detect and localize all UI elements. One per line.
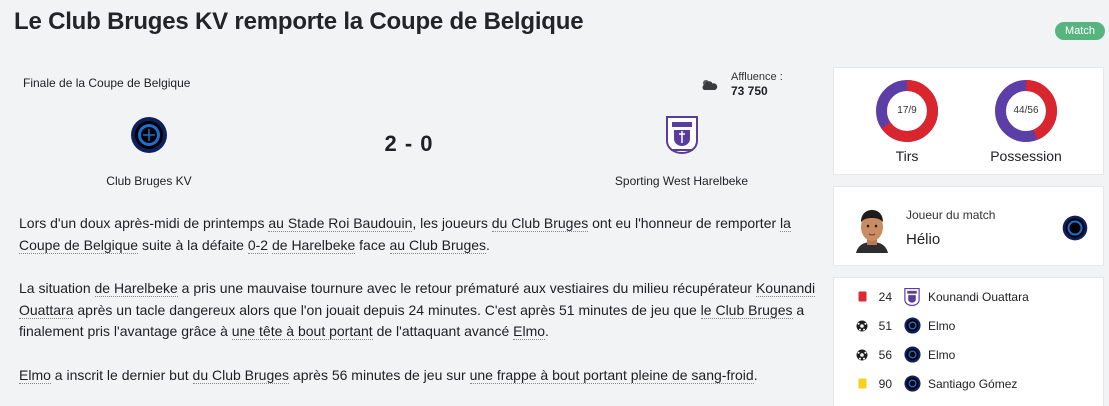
home-team-name[interactable]: Club Bruges KV — [74, 174, 224, 188]
possession-stat[interactable]: 44/56 Possession — [981, 79, 1071, 164]
event-minute: 56 — [878, 348, 892, 362]
stadium-link[interactable]: au Stade Roi Baudouin — [268, 215, 413, 232]
page-title: Le Club Bruges KV remporte la Coupe de B… — [14, 8, 584, 35]
club-link[interactable]: du Club Bruges — [491, 215, 589, 232]
attendance-value: 73 750 — [731, 84, 768, 98]
harelbeke-crest-icon[interactable] — [665, 116, 698, 154]
club-link[interactable]: de Harelbeke — [271, 236, 356, 254]
motm-label: Joueur du match — [906, 208, 996, 222]
club-bruges-crest-icon — [904, 346, 921, 363]
club-bruges-crest-icon — [904, 375, 921, 392]
event-row[interactable]: 56 Elmo — [834, 341, 1103, 370]
club-bruges-crest-icon[interactable] — [130, 116, 168, 154]
attendance: Affluence : 73 750 — [731, 70, 783, 98]
club-link[interactable]: du Club Bruges — [192, 366, 290, 384]
shots-label: Tirs — [895, 148, 919, 164]
match-stats-card: 17/9 Tirs 44/56 Possession — [833, 67, 1104, 175]
result-link[interactable]: 0-2 — [247, 236, 269, 254]
report-paragraph-1: Lors d'un doux après-midi de printemps a… — [19, 215, 791, 254]
event-minute: 51 — [878, 319, 892, 333]
event-player[interactable]: Santiago Gómez — [928, 377, 1017, 391]
match-header: Finale de la Coupe de Belgique Affluence… — [14, 66, 814, 196]
club-link[interactable]: de Harelbeke — [94, 280, 178, 297]
report-paragraph-3: Elmo a inscrit le dernier but du Club Br… — [19, 366, 758, 384]
event-player[interactable]: Elmo — [928, 319, 955, 333]
club-link[interactable]: le Club Bruges — [700, 301, 793, 319]
competition-name: Finale de la Coupe de Belgique — [23, 76, 191, 90]
event-player[interactable]: Kounandi Ouattara — [928, 290, 1029, 304]
report-paragraph-2: La situation de Harelbeke a pris une mau… — [19, 280, 816, 340]
club-link[interactable]: au Club Bruges — [389, 236, 487, 254]
harelbeke-crest-icon — [904, 288, 920, 306]
shots-stat[interactable]: 17/9 Tirs — [862, 79, 952, 164]
player-link[interactable]: Elmo — [513, 323, 546, 340]
motm-player-name[interactable]: Hélio — [906, 231, 940, 248]
match-report: Lors d'un doux après-midi de printemps a… — [19, 213, 819, 406]
event-minute: 90 — [878, 377, 892, 391]
goal-link[interactable]: une tête à bout portant — [231, 323, 373, 340]
club-bruges-crest-icon — [904, 317, 921, 334]
away-team-name[interactable]: Sporting West Harelbeke — [594, 174, 769, 188]
shots-ring: 17/9 — [875, 79, 939, 143]
cloud-sun-icon — [702, 80, 718, 90]
player-of-match-card[interactable]: Joueur du match Hélio — [833, 186, 1104, 266]
event-row[interactable]: 24 Kounandi Ouattara — [834, 283, 1103, 312]
possession-ring: 44/56 — [994, 79, 1058, 143]
event-minute: 24 — [878, 290, 892, 304]
event-row[interactable]: 90 Santiago Gómez — [834, 370, 1103, 399]
event-row[interactable]: 51 Elmo — [834, 312, 1103, 341]
event-player[interactable]: Elmo — [928, 348, 955, 362]
shots-value: 17/9 — [897, 105, 917, 116]
player-avatar[interactable] — [852, 207, 892, 253]
home-team[interactable]: Club Bruges KV — [74, 116, 224, 188]
possession-value: 44/56 — [1013, 105, 1039, 116]
club-bruges-crest-icon[interactable] — [1062, 215, 1088, 241]
away-team[interactable]: Sporting West Harelbeke — [594, 116, 769, 188]
possession-label: Possession — [990, 148, 1062, 164]
match-tag[interactable]: Match — [1055, 22, 1105, 40]
player-link[interactable]: Elmo — [19, 366, 51, 384]
attendance-label: Affluence : — [731, 71, 783, 83]
match-events-card: 24 Kounandi Ouattara 51 Elmo 56 Elmo 90 … — [833, 277, 1104, 406]
goal-link[interactable]: une frappe à bout portant pleine de sang… — [469, 366, 754, 384]
score: 2 - 0 — [384, 131, 434, 156]
